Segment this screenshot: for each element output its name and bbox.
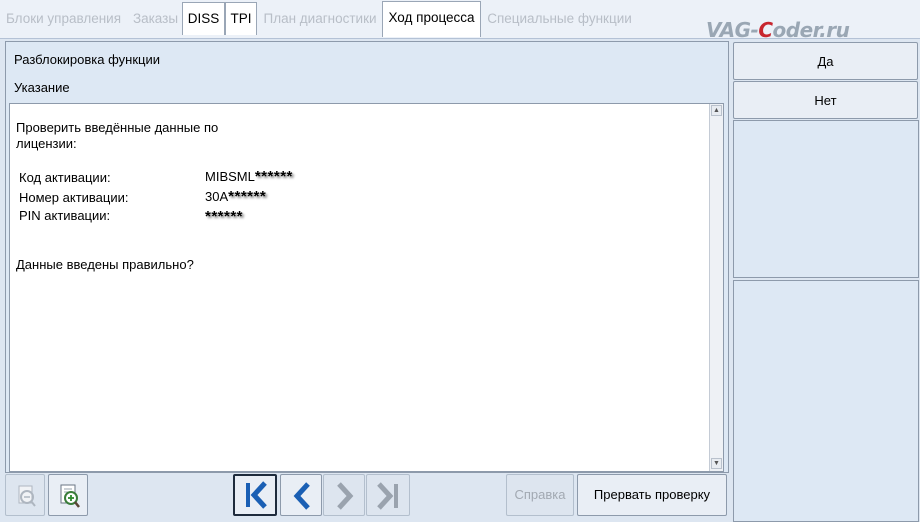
yes-button[interactable]: Да — [733, 42, 918, 80]
activation-number-value: 30A****** — [205, 188, 267, 205]
scroll-down-icon[interactable]: ▼ — [711, 458, 722, 469]
answer-option-area — [733, 120, 919, 278]
first-step-button[interactable] — [233, 474, 277, 516]
watermark-logo: VAG-Coder.ru — [706, 18, 850, 42]
previous-step-button[interactable] — [280, 474, 322, 516]
tab-bar: Блоки управления Заказы DISS TPI План ди… — [0, 0, 920, 42]
help-button[interactable]: Справка — [506, 474, 574, 516]
last-step-icon — [377, 482, 398, 510]
activation-pin-value: ****** — [205, 208, 244, 225]
zoom-out-button[interactable] — [5, 474, 45, 516]
activation-code-label: Код активации: — [19, 170, 111, 185]
tab-process[interactable]: Ход процесса — [382, 1, 481, 37]
tab-diagnostic-plan: План диагностики — [263, 11, 377, 26]
previous-step-icon — [293, 482, 310, 510]
zoom-out-icon — [18, 485, 36, 507]
scroll-up-icon[interactable]: ▲ — [711, 105, 722, 116]
activation-pin-label: PIN активации: — [19, 208, 111, 223]
instruction-text: Проверить введённые данные по лицензии: — [16, 120, 219, 151]
tab-tpi[interactable]: TPI — [225, 2, 257, 35]
vertical-scrollbar[interactable]: ▲ ▼ — [709, 104, 723, 471]
answer-panel: Да Нет — [733, 40, 920, 522]
activation-number-label: Номер активации: — [19, 190, 129, 205]
activation-code-value: MIBSML****** — [205, 168, 293, 185]
next-step-button[interactable] — [323, 474, 365, 516]
confirmation-question: Данные введены правильно? — [16, 257, 194, 272]
panel-subtitle: Указание — [14, 80, 70, 95]
tab-control-units: Блоки управления — [5, 11, 122, 26]
zoom-in-document-icon — [60, 484, 80, 508]
zoom-in-button[interactable] — [48, 474, 88, 516]
no-button[interactable]: Нет — [733, 81, 918, 119]
panel-title: Разблокировка функции — [14, 52, 160, 67]
tab-diss[interactable]: DISS — [182, 2, 225, 35]
next-step-icon — [337, 482, 354, 510]
last-step-button[interactable] — [366, 474, 410, 516]
tab-orders: Заказы — [132, 11, 179, 26]
instruction-panel: Разблокировка функции Указание Проверить… — [5, 41, 729, 473]
instruction-content: Проверить введённые данные по лицензии: … — [9, 103, 724, 472]
tab-special-functions: Специальные функции — [487, 11, 632, 26]
info-area — [733, 280, 919, 522]
first-step-icon — [246, 481, 267, 509]
abort-check-button[interactable]: Прервать проверку — [577, 474, 727, 516]
